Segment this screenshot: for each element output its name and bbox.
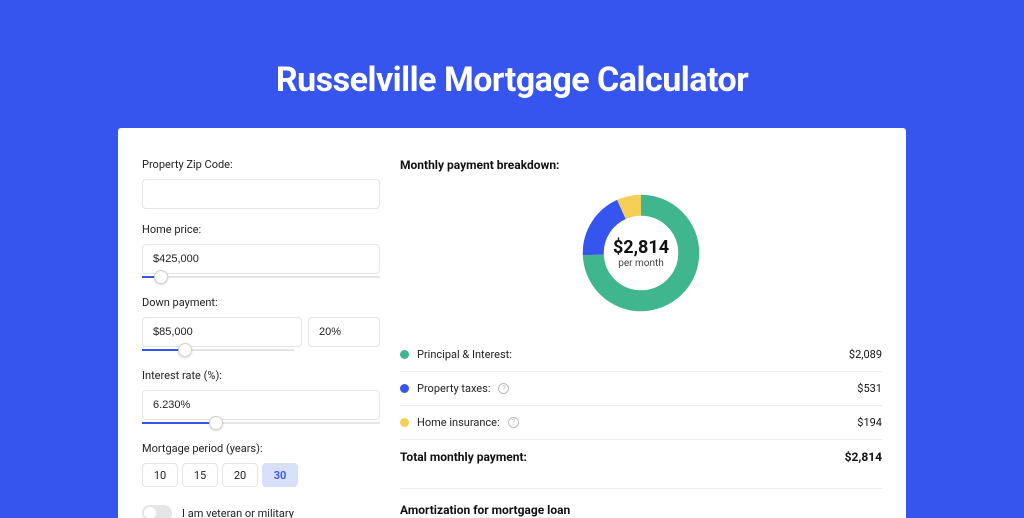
home-price-label: Home price: bbox=[142, 223, 380, 236]
legend-dot-icon bbox=[400, 384, 409, 393]
amortization-title: Amortization for mortgage loan bbox=[400, 503, 882, 517]
amortization-section: Amortization for mortgage loan Amortizat… bbox=[400, 488, 882, 518]
total-value: $2,814 bbox=[845, 450, 882, 464]
period-field: Mortgage period (years): 10152030 bbox=[142, 442, 380, 487]
period-buttons: 10152030 bbox=[142, 463, 380, 487]
period-button-15[interactable]: 15 bbox=[182, 463, 218, 487]
breakdown-title: Monthly payment breakdown: bbox=[400, 158, 882, 172]
page-title: Russelville Mortgage Calculator bbox=[0, 0, 1024, 128]
period-label: Mortgage period (years): bbox=[142, 442, 380, 455]
legend-value: $2,089 bbox=[849, 348, 882, 361]
calculator-card: Property Zip Code: Home price: Down paym… bbox=[118, 128, 906, 518]
legend-value: $531 bbox=[857, 382, 882, 395]
legend-label: Home insurance: bbox=[417, 416, 500, 429]
legend-value: $194 bbox=[857, 416, 882, 429]
zip-field: Property Zip Code: bbox=[142, 158, 380, 209]
rate-slider[interactable] bbox=[142, 422, 380, 428]
donut-chart: $2,814 per month bbox=[578, 190, 704, 316]
rate-field: Interest rate (%): bbox=[142, 369, 380, 428]
total-row: Total monthly payment: $2,814 bbox=[400, 439, 882, 474]
down-payment-label: Down payment: bbox=[142, 296, 380, 309]
zip-label: Property Zip Code: bbox=[142, 158, 380, 171]
info-icon[interactable]: ? bbox=[498, 383, 509, 394]
home-price-slider[interactable] bbox=[142, 276, 380, 282]
info-icon[interactable]: ? bbox=[508, 417, 519, 428]
legend-row: Principal & Interest: $2,089 bbox=[400, 338, 882, 371]
rate-label: Interest rate (%): bbox=[142, 369, 380, 382]
breakdown-panel: Monthly payment breakdown: $2,814 per mo… bbox=[400, 158, 882, 518]
legend-label: Property taxes: bbox=[417, 382, 490, 395]
zip-input[interactable] bbox=[142, 179, 380, 209]
period-button-10[interactable]: 10 bbox=[142, 463, 178, 487]
period-button-30[interactable]: 30 bbox=[262, 463, 298, 487]
down-payment-field: Down payment: bbox=[142, 296, 380, 355]
donut-wrap: $2,814 per month bbox=[400, 190, 882, 316]
legend-row: Home insurance:? $194 bbox=[400, 405, 882, 439]
legend-label: Principal & Interest: bbox=[417, 348, 512, 361]
legend: Principal & Interest: $2,089 Property taxe… bbox=[400, 338, 882, 439]
down-payment-slider[interactable] bbox=[142, 349, 294, 355]
rate-input[interactable] bbox=[142, 390, 380, 420]
down-payment-input[interactable] bbox=[142, 317, 302, 347]
legend-row: Property taxes:? $531 bbox=[400, 371, 882, 405]
veteran-label: I am veteran or military bbox=[182, 507, 294, 518]
home-price-field: Home price: bbox=[142, 223, 380, 282]
page-root: Russelville Mortgage Calculator Property… bbox=[0, 0, 1024, 512]
down-payment-pct-input[interactable] bbox=[308, 317, 380, 347]
period-button-20[interactable]: 20 bbox=[222, 463, 258, 487]
total-label: Total monthly payment: bbox=[400, 450, 527, 464]
donut-sub: per month bbox=[618, 258, 664, 269]
legend-dot-icon bbox=[400, 350, 409, 359]
donut-amount: $2,814 bbox=[613, 237, 669, 258]
home-price-input[interactable] bbox=[142, 244, 380, 274]
form-panel: Property Zip Code: Home price: Down paym… bbox=[142, 158, 380, 518]
legend-dot-icon bbox=[400, 418, 409, 427]
